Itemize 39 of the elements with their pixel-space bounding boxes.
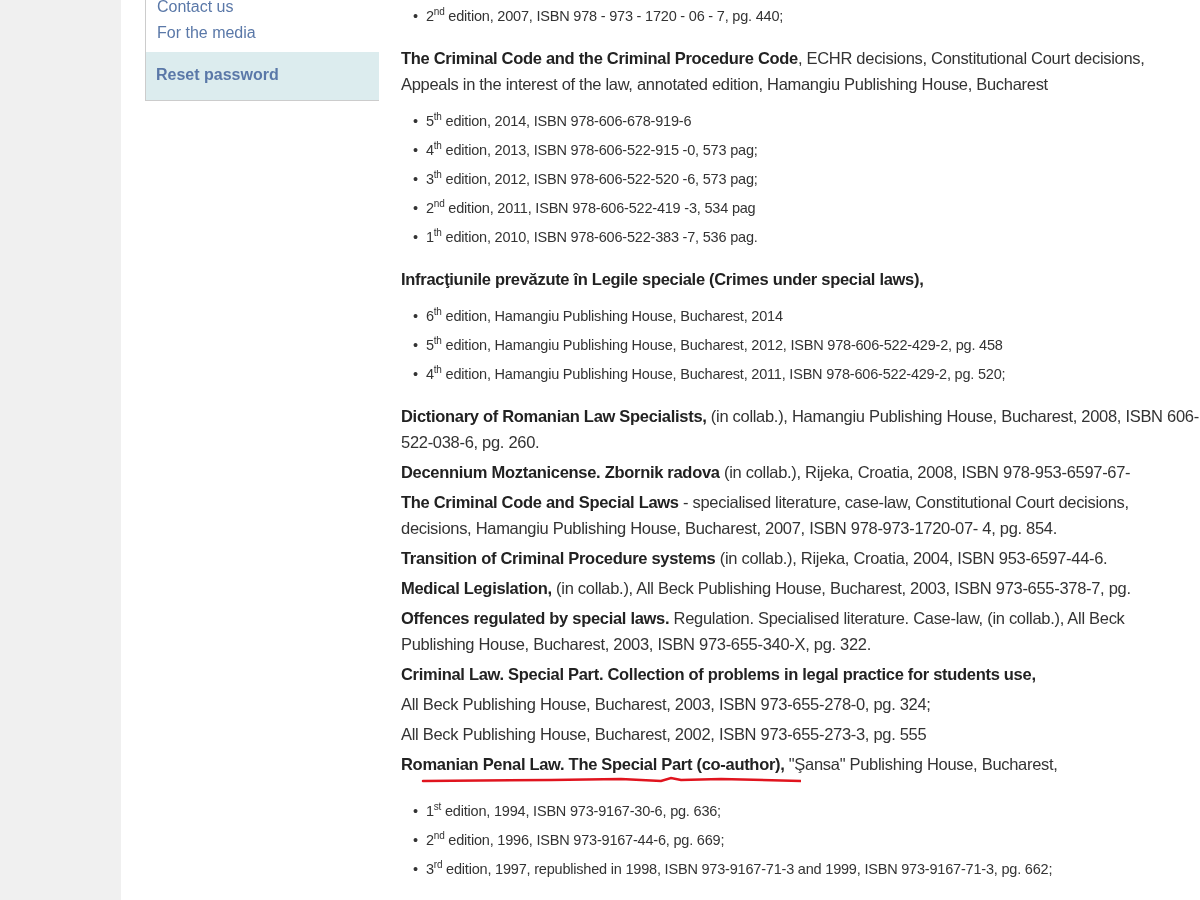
publication-entry: All Beck Publishing House, Bucharest, 2003, ISBN 973-655-278-0, pg. 324; [401, 694, 932, 715]
publication-entry: Dictionary of Romanian Law Specialists, (in collab.), Hamangiu Publishing House, Bucharest, 2008, ISBN 606-522-038-6, pg. 260. [401, 406, 1200, 453]
bullet: • [413, 307, 418, 326]
reset-password-link[interactable]: Reset password [156, 62, 369, 88]
bullet: • [413, 860, 418, 879]
publication-entry: Medical Legislation, (in collab.), All Beck Publishing House, Bucharest, 2003, ISBN 973-655-378-7, pg. [401, 578, 1132, 599]
edition-item: 1$^{st}$ edition, 1994, ISBN 973-9167-30-6, pg. 636; [425, 800, 721, 821]
publication-entry: The Criminal Code and the Criminal Procedure Code, ECHR decisions, Constitutional Court decisions, Appeals in the interest of the law, annotated edition, Hamangiu Publishing House, Bucharest [401, 48, 1146, 95]
edition-item: 5$^{th}$ edition, Hamangiu Publishing House, Bucharest, 2012, ISBN 978-606-522-429-2, pg. 458 [425, 334, 1003, 355]
edition-item: 3$^{rd}$ edition, 1997, republished in 1998, ISBN 973-9167-71-3 and 1999, ISBN 973-9167-71-3, pg. 662; [425, 858, 1053, 879]
publication-entry: All Beck Publishing House, Bucharest, 2002, ISBN 973-655-273-3, pg. 555 [401, 724, 928, 745]
edition-item: 5$^{th}$ edition, 2014, ISBN 978-606-678-919-6 [425, 110, 692, 131]
bullet: • [413, 365, 418, 384]
sidebar-link[interactable]: For the media [146, 20, 379, 46]
bullet: • [413, 228, 418, 247]
bullet: • [413, 141, 418, 160]
bullet: • [413, 112, 418, 131]
publication-entry: Criminal Law. Special Part. Collection of problems in legal practice for students use, [401, 664, 1037, 685]
edition-item: 1$^{th}$ edition, 2010, ISBN 978-606-522-383 -7, 536 pag. [425, 226, 758, 247]
sidebar-link[interactable]: Contact us [146, 0, 379, 20]
bullet: • [413, 336, 418, 355]
edition-item: 4$^{th}$ edition, Hamangiu Publishing House, Bucharest, 2011, ISBN 978-606-522-429-2, pg. 520; [425, 363, 1006, 384]
edition-item: 4$^{th}$ edition, 2013, ISBN 978-606-522-915 -0, 573 pag; [425, 139, 758, 160]
publication-entry: Transition of Criminal Procedure systems (in collab.), Rijeka, Croatia, 2004, ISBN 953-6597-44-6. [401, 548, 1109, 569]
bullet: • [413, 7, 418, 26]
publication-entry: Romanian Penal Law. The Special Part (co-author), "Şansa" Publishing House, Bucharest, [401, 754, 1059, 775]
bullet: • [413, 170, 418, 189]
bullet: • [413, 831, 418, 850]
bullet: • [413, 802, 418, 821]
publication-entry: Decennium Moztanicense. Zbornik radova (in collab.), Rijeka, Croatia, 2008, ISBN 978-953-6597-67- [401, 462, 1132, 483]
bullet: • [413, 199, 418, 218]
publication-entry: Infracţiunile prevăzute în Legile speciale (Crimes under special laws), [401, 269, 925, 290]
edition-item: 3$^{th}$ edition, 2012, ISBN 978-606-522-520 -6, 573 pag; [425, 168, 758, 189]
edition-item: 2$^{nd}$ edition, 1996, ISBN 973-9167-44-6, pg. 669; [425, 829, 725, 850]
publication-entry: Offences regulated by special laws. Regulation. Specialised literature. Case-law, (in collab.), All Beck Publishing House, Bucharest, 2003, ISBN 973-655-340-X, pg. 322. [401, 608, 1126, 655]
edition-item: 2$^{nd}$ edition, 2007, ISBN 978 - 973 - 1720 - 06 - 7, pg. 440; [425, 5, 784, 26]
edition-item: 2$^{nd}$ edition, 2011, ISBN 978-606-522-419 -3, 534 pag [425, 197, 756, 218]
publication-entry: The Criminal Code and Special Laws - specialised literature, case-law, Constitutional Court decisions, decisions, Hamangiu Publishing House, Bucharest, 2007, ISBN 978-973-1720-07- 4, pg. 854. [401, 492, 1130, 539]
edition-item: 6$^{th}$ edition, Hamangiu Publishing House, Bucharest, 2014 [425, 305, 783, 326]
